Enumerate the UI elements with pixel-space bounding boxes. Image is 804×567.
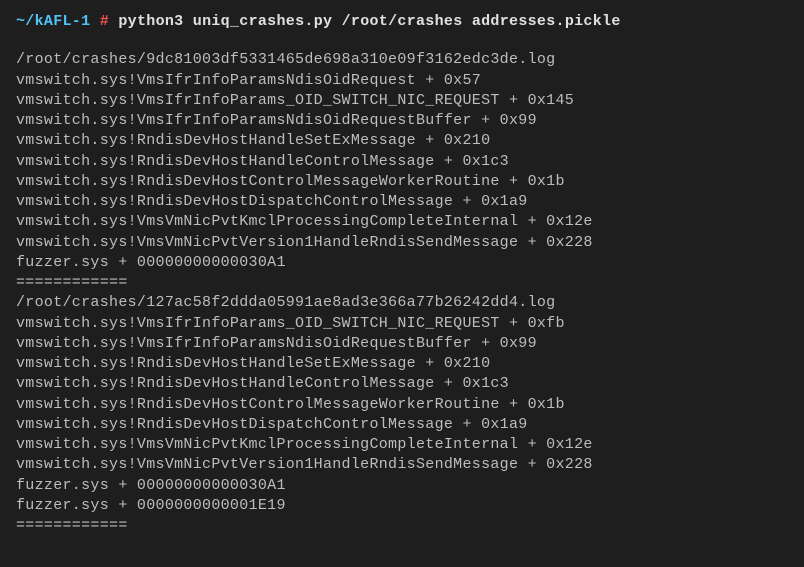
stack-frame: vmswitch.sys!RndisDevHostDispatchControl… (16, 192, 788, 212)
stack-frame: vmswitch.sys!VmsVmNicPvtVersion1HandleRn… (16, 455, 788, 475)
stack-frame: vmswitch.sys!RndisDevHostControlMessageW… (16, 172, 788, 192)
prompt-hash: # (100, 13, 119, 30)
crash-log-path: /root/crashes/9dc81003df5331465de698a310… (16, 50, 788, 70)
terminal-prompt-line: ~/kAFL-1 # python3 uniq_crashes.py /root… (16, 12, 788, 32)
stack-frame: vmswitch.sys!RndisDevHostControlMessageW… (16, 395, 788, 415)
stack-frame: vmswitch.sys!VmsIfrInfoParams_OID_SWITCH… (16, 91, 788, 111)
stack-frame: vmswitch.sys!VmsVmNicPvtVersion1HandleRn… (16, 233, 788, 253)
stack-frame: vmswitch.sys!RndisDevHostHandleControlMe… (16, 374, 788, 394)
stack-frame: vmswitch.sys!VmsIfrInfoParamsNdisOidRequ… (16, 111, 788, 131)
crash-log-path: /root/crashes/127ac58f2ddda05991ae8ad3e3… (16, 293, 788, 313)
stack-frame: fuzzer.sys + 00000000000030A1 (16, 476, 788, 496)
command-text[interactable]: python3 uniq_crashes.py /root/crashes ad… (118, 13, 620, 30)
stack-frame: vmswitch.sys!VmsIfrInfoParamsNdisOidRequ… (16, 334, 788, 354)
stack-frame: vmswitch.sys!RndisDevHostHandleSetExMess… (16, 354, 788, 374)
prompt-path: ~/kAFL-1 (16, 13, 90, 30)
stack-frame: vmswitch.sys!RndisDevHostDispatchControl… (16, 415, 788, 435)
stack-frame: fuzzer.sys + 00000000000030A1 (16, 253, 788, 273)
terminal-output: /root/crashes/9dc81003df5331465de698a310… (16, 50, 788, 536)
separator: ============ (16, 516, 788, 536)
stack-frame: vmswitch.sys!RndisDevHostHandleSetExMess… (16, 131, 788, 151)
stack-frame: vmswitch.sys!VmsVmNicPvtKmclProcessingCo… (16, 435, 788, 455)
stack-frame: fuzzer.sys + 0000000000001E19 (16, 496, 788, 516)
stack-frame: vmswitch.sys!RndisDevHostHandleControlMe… (16, 152, 788, 172)
separator: ============ (16, 273, 788, 293)
stack-frame: vmswitch.sys!VmsIfrInfoParamsNdisOidRequ… (16, 71, 788, 91)
stack-frame: vmswitch.sys!VmsVmNicPvtKmclProcessingCo… (16, 212, 788, 232)
stack-frame: vmswitch.sys!VmsIfrInfoParams_OID_SWITCH… (16, 314, 788, 334)
